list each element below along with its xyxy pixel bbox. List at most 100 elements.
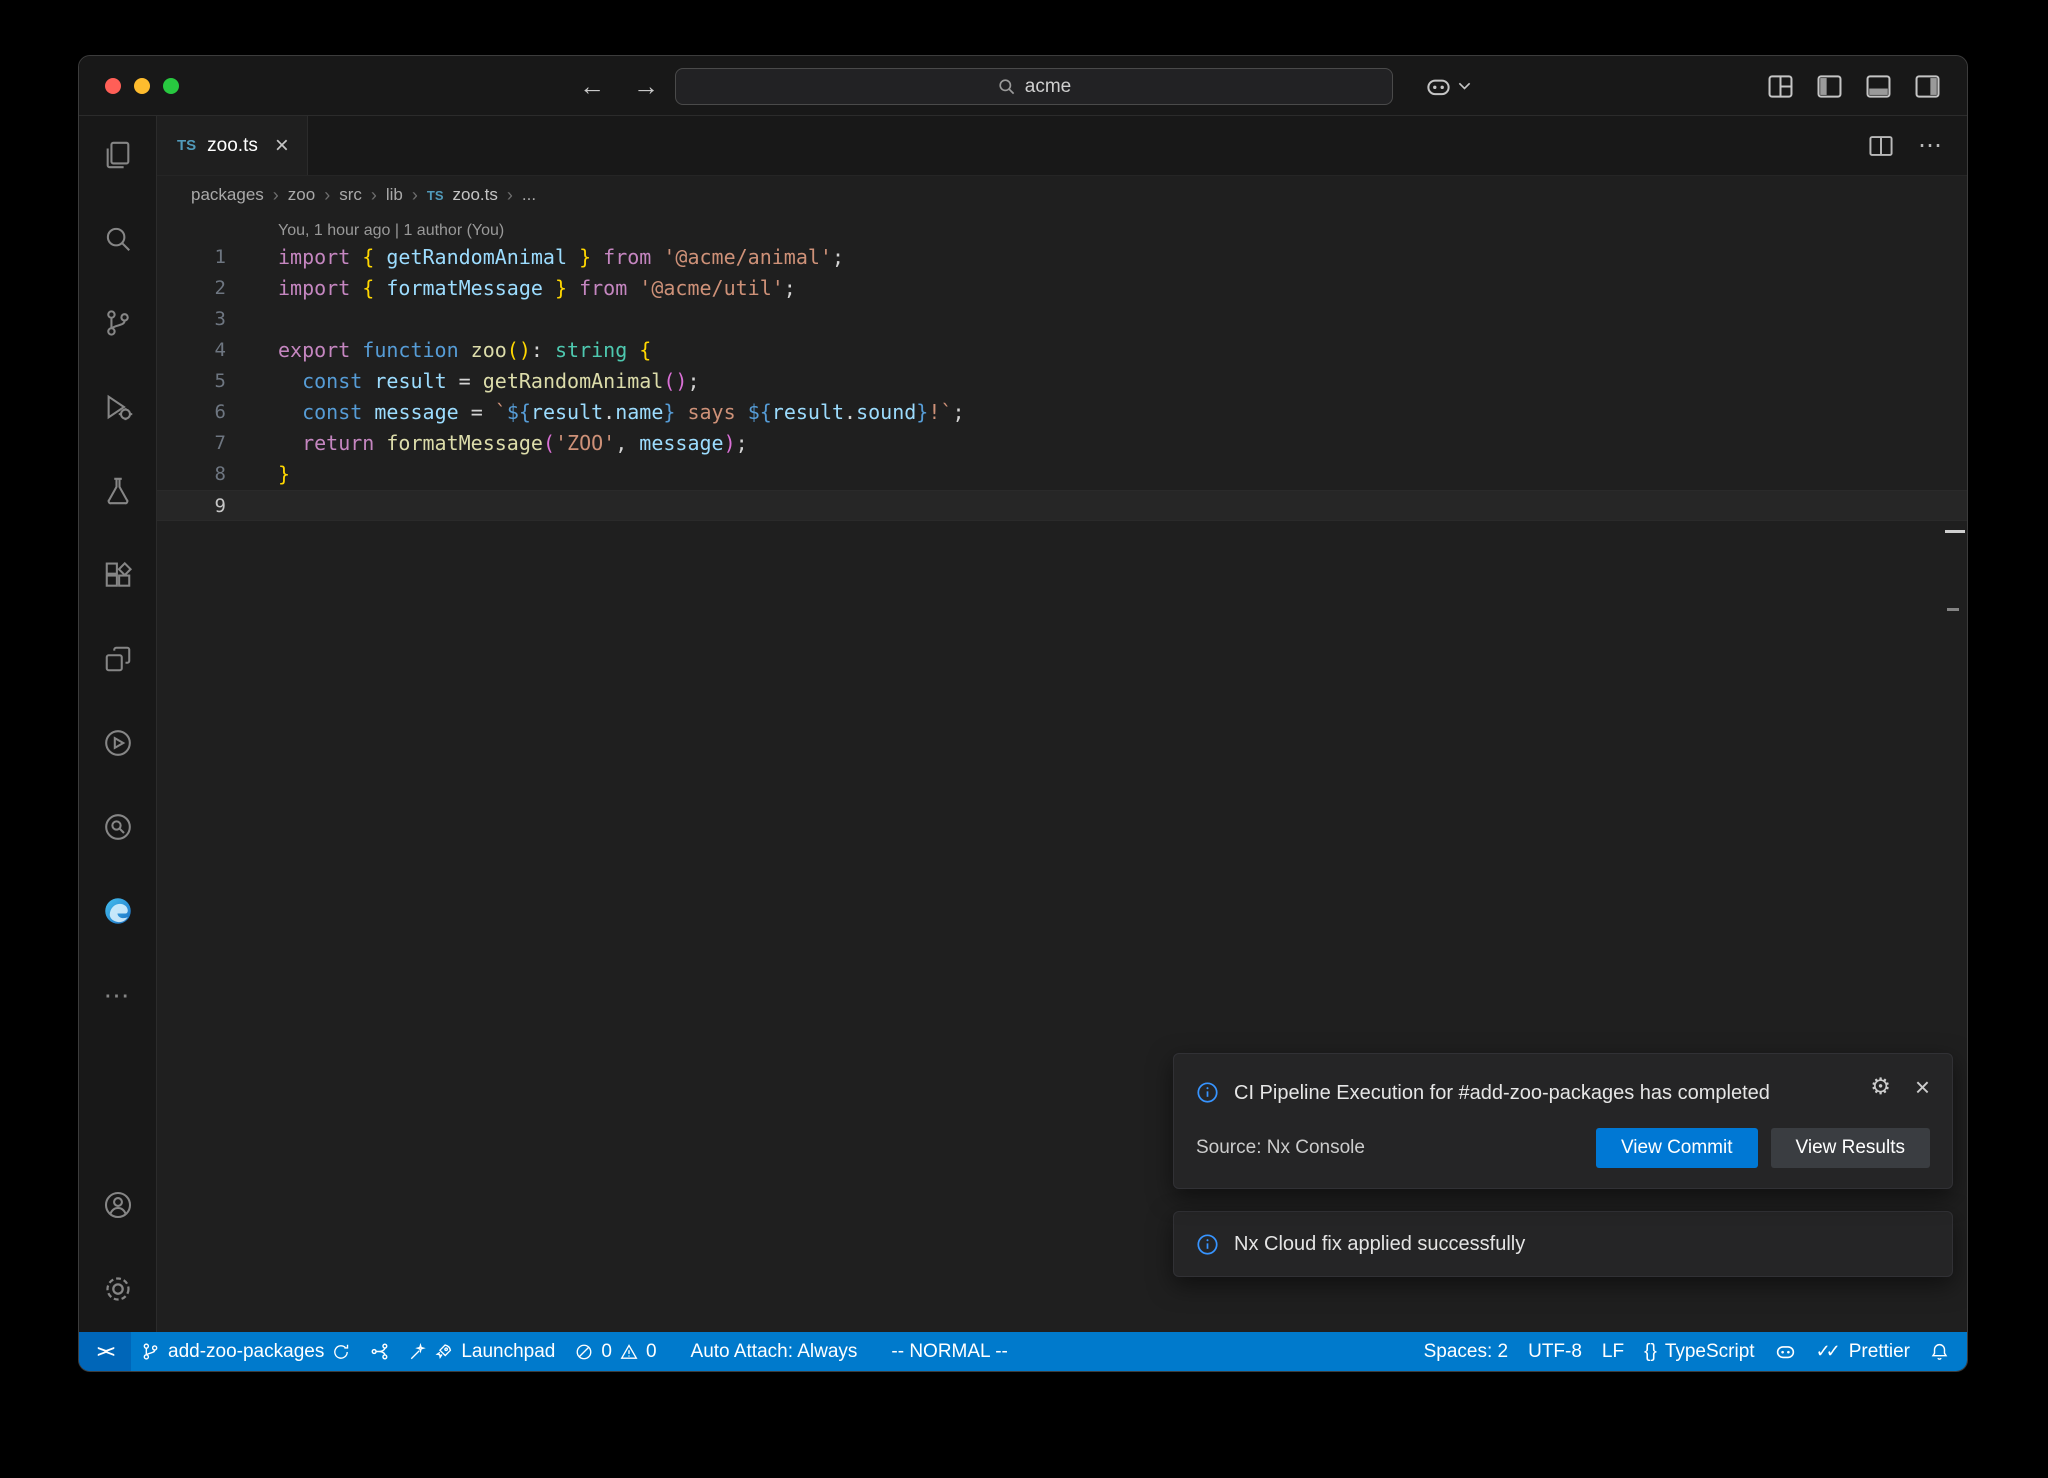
code-line[interactable]: 5 const result = getRandomAnimal(); — [157, 366, 1967, 397]
accounts-button[interactable] — [94, 1188, 142, 1222]
auto-attach-item[interactable]: Auto Attach: Always — [681, 1332, 868, 1371]
activity-search[interactable] — [94, 222, 142, 256]
breadcrumb-item[interactable]: zoo — [288, 185, 315, 205]
minimize-window-button[interactable] — [134, 78, 150, 94]
breadcrumb-more[interactable]: ... — [522, 185, 536, 205]
toggle-primary-sidebar-button[interactable] — [1816, 73, 1843, 100]
breadcrumb-item[interactable]: src — [339, 185, 362, 205]
branch-item[interactable]: add-zoo-packages — [131, 1332, 360, 1371]
split-editor-button[interactable] — [1868, 133, 1894, 159]
activity-nx-cloud[interactable] — [94, 810, 142, 844]
warning-icon — [620, 1343, 638, 1361]
toggle-panel-button[interactable] — [1865, 73, 1892, 100]
graph-icon — [370, 1342, 389, 1361]
line-text: } — [278, 459, 290, 490]
notification-nx-fix: Nx Cloud fix applied successfully — [1173, 1211, 1953, 1277]
activity-more-actions[interactable]: ⋯ — [94, 978, 142, 1012]
encoding-item[interactable]: UTF-8 — [1518, 1332, 1592, 1371]
language-label: TypeScript — [1665, 1341, 1755, 1363]
activity-testing[interactable] — [94, 474, 142, 508]
edge-icon — [103, 896, 133, 926]
overview-ruler-mark — [1947, 608, 1959, 611]
notification-close-icon[interactable]: × — [1915, 1074, 1930, 1100]
navigate-forward-button[interactable]: → — [633, 71, 659, 102]
activity-remote-explorer[interactable] — [94, 642, 142, 676]
activity-edge-tools[interactable] — [94, 894, 142, 928]
line-number: 2 — [157, 273, 226, 304]
language-item[interactable]: {} TypeScript — [1634, 1332, 1764, 1371]
bell-icon — [1930, 1342, 1949, 1361]
braces-icon: {} — [1644, 1341, 1657, 1363]
breadcrumb-file[interactable]: zoo.ts — [453, 185, 498, 205]
auto-attach-label: Auto Attach: Always — [691, 1341, 858, 1363]
source-control-graph-item[interactable] — [360, 1332, 399, 1371]
notification-message: Nx Cloud fix applied successfully — [1234, 1233, 1525, 1256]
remote-icon: >< — [97, 1342, 113, 1362]
files-icon — [103, 140, 133, 170]
code-line[interactable]: 6 const message = `${result.name} says $… — [157, 397, 1967, 428]
vim-mode-item[interactable]: -- NORMAL -- — [881, 1332, 1017, 1371]
breadcrumb-item[interactable]: lib — [386, 185, 403, 205]
encoding-label: UTF-8 — [1528, 1341, 1582, 1363]
formatter-label: Prettier — [1849, 1341, 1910, 1363]
editor-more-actions-button[interactable]: ⋯ — [1918, 131, 1943, 160]
typescript-file-icon: TS — [427, 188, 444, 203]
notification-pipeline: CI Pipeline Execution for #add-zoo-packa… — [1173, 1053, 1953, 1189]
line-text: const result = getRandomAnimal(); — [278, 366, 700, 397]
ellipsis-icon: ⋯ — [104, 980, 132, 1011]
notification-source: Source: Nx Console — [1196, 1137, 1365, 1159]
info-icon — [1196, 1233, 1219, 1256]
tab-close-icon[interactable]: × — [275, 134, 289, 158]
code-line[interactable]: 8} — [157, 459, 1967, 490]
error-icon — [575, 1343, 593, 1361]
notification-settings-gear-icon[interactable]: ⚙ — [1870, 1074, 1891, 1100]
line-text: return formatMessage('ZOO', message); — [278, 428, 748, 459]
account-icon — [103, 1190, 133, 1220]
code-line[interactable]: 3 — [157, 304, 1967, 335]
code-line[interactable]: 1import { getRandomAnimal } from '@acme/… — [157, 242, 1967, 273]
tab-label: zoo.ts — [207, 135, 258, 157]
problems-item[interactable]: 0 0 — [565, 1332, 666, 1371]
copilot-status-item[interactable] — [1765, 1332, 1806, 1371]
customize-layout-button[interactable] — [1767, 73, 1794, 100]
remote-indicator[interactable]: >< — [79, 1332, 131, 1371]
view-results-button[interactable]: View Results — [1771, 1128, 1930, 1168]
zoom-window-button[interactable] — [163, 78, 179, 94]
activity-nx-console[interactable] — [94, 726, 142, 760]
eol-item[interactable]: LF — [1592, 1332, 1634, 1371]
play-circle-icon — [103, 728, 133, 758]
code-line[interactable]: 2 import { formatMessage } from '@acme/ut… — [157, 273, 1967, 304]
navigate-back-button[interactable]: ← — [579, 71, 605, 102]
indentation-item[interactable]: Spaces: 2 — [1414, 1332, 1519, 1371]
launchpad-item[interactable]: Launchpad — [399, 1332, 565, 1371]
codelens-annotation[interactable]: You, 1 hour ago | 1 author (You) — [278, 222, 1967, 240]
copilot-menu-button[interactable] — [1425, 56, 1471, 116]
overview-ruler-mark — [1945, 530, 1965, 533]
code-line[interactable]: 7 return formatMessage('ZOO', message); — [157, 428, 1967, 459]
line-number: 6 — [157, 397, 226, 428]
line-text: import { formatMessage } from '@acme/uti… — [278, 273, 796, 304]
code-lines: 1import { getRandomAnimal } from '@acme/… — [157, 242, 1967, 521]
activity-explorer[interactable] — [94, 138, 142, 172]
code-line[interactable]: 9 — [157, 490, 1967, 521]
toggle-secondary-sidebar-button[interactable] — [1914, 73, 1941, 100]
activity-bar: ⋯ — [79, 116, 157, 1332]
activity-run-and-debug[interactable] — [94, 390, 142, 424]
manage-settings-button[interactable] — [94, 1272, 142, 1306]
vscode-window: ← → acme — [78, 55, 1968, 1372]
gear-icon — [103, 1274, 133, 1304]
breadcrumb-item[interactable]: packages — [191, 185, 264, 205]
eol-label: LF — [1602, 1341, 1624, 1363]
line-number: 4 — [157, 335, 226, 366]
tab-zoo-ts[interactable]: TS zoo.ts × — [157, 116, 308, 175]
line-number: 5 — [157, 366, 226, 397]
view-commit-button[interactable]: View Commit — [1596, 1128, 1758, 1168]
activity-extensions[interactable] — [94, 558, 142, 592]
close-window-button[interactable] — [105, 78, 121, 94]
activity-source-control[interactable] — [94, 306, 142, 340]
command-center-search[interactable]: acme — [675, 68, 1393, 105]
notifications-bell-item[interactable] — [1920, 1332, 1959, 1371]
formatter-item[interactable]: ✓✓ Prettier — [1806, 1332, 1920, 1371]
chevron-right-icon: › — [324, 185, 330, 206]
code-line[interactable]: 4export function zoo(): string { — [157, 335, 1967, 366]
